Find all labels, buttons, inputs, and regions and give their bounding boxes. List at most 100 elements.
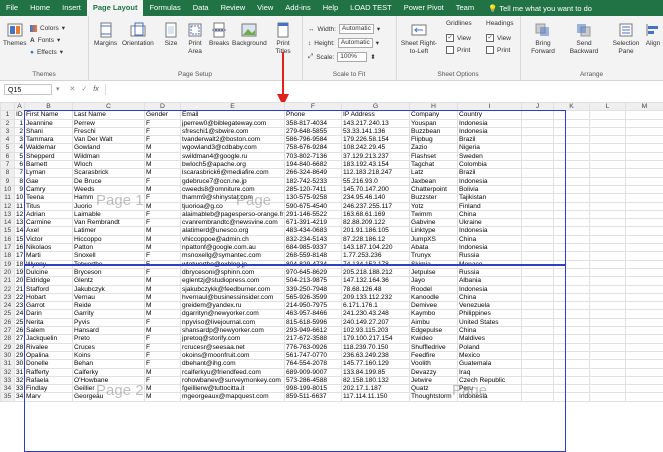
cell[interactable]: Edgepulse bbox=[410, 327, 458, 335]
cell[interactable]: F bbox=[145, 343, 181, 351]
cell[interactable]: mgeorgeaux@mapquest.com bbox=[181, 393, 285, 401]
cell[interactable] bbox=[522, 152, 554, 160]
cell[interactable] bbox=[554, 252, 590, 260]
cell[interactable]: npyviso@livejournal.com bbox=[181, 318, 285, 326]
column-header-g[interactable]: G bbox=[342, 103, 410, 111]
cell[interactable] bbox=[522, 268, 554, 276]
cell[interactable] bbox=[554, 227, 590, 235]
cell[interactable]: Koins bbox=[73, 351, 145, 359]
cell[interactable]: 358-817-4034 bbox=[285, 119, 342, 127]
cell[interactable]: Indonesia bbox=[458, 285, 522, 293]
cell[interactable]: Dulcine bbox=[25, 268, 73, 276]
themes-button[interactable]: Themes bbox=[3, 22, 26, 48]
print-titles-button[interactable]: Print Titles bbox=[272, 22, 294, 56]
cell[interactable]: vhiccoppoe@admin.ch bbox=[181, 235, 285, 243]
cell[interactable]: Czech Republic bbox=[458, 376, 522, 384]
cell[interactable]: Iraq bbox=[458, 368, 522, 376]
cell[interactable]: 14 bbox=[15, 227, 25, 235]
cell[interactable] bbox=[554, 202, 590, 210]
cell[interactable] bbox=[522, 318, 554, 326]
cell[interactable]: Indonesia bbox=[458, 119, 522, 127]
cell[interactable] bbox=[626, 368, 663, 376]
cell[interactable] bbox=[522, 327, 554, 335]
cell[interactable]: Freschi bbox=[73, 127, 145, 135]
margins-button[interactable]: Margins bbox=[94, 22, 117, 48]
cell[interactable]: Email bbox=[181, 111, 285, 119]
row-header[interactable]: 13 bbox=[1, 210, 15, 218]
cell[interactable] bbox=[554, 185, 590, 193]
cell[interactable] bbox=[590, 260, 626, 268]
cell[interactable]: npattonf@google.com.au bbox=[181, 244, 285, 252]
tab-file[interactable]: File bbox=[0, 0, 24, 16]
cell[interactable] bbox=[626, 351, 663, 359]
cell[interactable]: Peru bbox=[458, 385, 522, 393]
column-header-j[interactable]: J bbox=[522, 103, 554, 111]
cell[interactable]: Country bbox=[458, 111, 522, 119]
cell[interactable] bbox=[590, 376, 626, 384]
cell[interactable] bbox=[522, 252, 554, 260]
cell[interactable]: Maldives bbox=[458, 335, 522, 343]
tab-page-layout[interactable]: Page Layout bbox=[87, 0, 144, 16]
cell[interactable]: Indonesia bbox=[458, 227, 522, 235]
cell[interactable]: Camry bbox=[25, 185, 73, 193]
scale-spinner[interactable]: 100% bbox=[337, 52, 367, 62]
cell[interactable]: M bbox=[145, 293, 181, 301]
cell[interactable]: F bbox=[145, 136, 181, 144]
cell[interactable]: greidem@yandex.ru bbox=[181, 302, 285, 310]
row-header[interactable]: 32 bbox=[1, 368, 15, 376]
cell[interactable] bbox=[590, 285, 626, 293]
row-header[interactable]: 28 bbox=[1, 335, 15, 343]
row-header[interactable]: 1 bbox=[1, 111, 15, 119]
cell[interactable] bbox=[590, 327, 626, 335]
cell[interactable] bbox=[590, 185, 626, 193]
cell[interactable]: Jetpulse bbox=[410, 268, 458, 276]
cell[interactable]: Findlay bbox=[25, 385, 73, 393]
cell[interactable]: Shuffledrive bbox=[410, 343, 458, 351]
cell[interactable]: tvanderwalt2@boston.com bbox=[181, 136, 285, 144]
cell[interactable]: Twimm bbox=[410, 210, 458, 218]
row-header[interactable]: 16 bbox=[1, 235, 15, 243]
cell[interactable]: 703-802-7136 bbox=[285, 152, 342, 160]
cell[interactable] bbox=[522, 376, 554, 384]
cell[interactable]: O'Howbane bbox=[73, 376, 145, 384]
cell[interactable]: M bbox=[145, 235, 181, 243]
cell[interactable] bbox=[626, 360, 663, 368]
column-header-i[interactable]: I bbox=[458, 103, 522, 111]
cell[interactable]: 3 bbox=[15, 136, 25, 144]
cell[interactable]: Philippines bbox=[458, 310, 522, 318]
cell[interactable] bbox=[590, 268, 626, 276]
cell[interactable] bbox=[522, 260, 554, 268]
cell[interactable]: 561-747-0770 bbox=[285, 351, 342, 359]
formula-input[interactable] bbox=[105, 84, 663, 95]
cell[interactable] bbox=[626, 185, 663, 193]
cell[interactable]: Jayo bbox=[410, 277, 458, 285]
cell[interactable]: 53.33.141.136 bbox=[342, 127, 410, 135]
cell[interactable] bbox=[554, 376, 590, 384]
cell[interactable]: Hiccoppo bbox=[73, 235, 145, 243]
cell[interactable] bbox=[554, 161, 590, 169]
row-header[interactable]: 24 bbox=[1, 302, 15, 310]
cell[interactable]: Salem bbox=[25, 327, 73, 335]
cell[interactable]: Tagchat bbox=[410, 161, 458, 169]
cell[interactable] bbox=[554, 169, 590, 177]
cell[interactable]: 143.187.104.220 bbox=[342, 244, 410, 252]
cell[interactable] bbox=[626, 376, 663, 384]
cell[interactable] bbox=[522, 227, 554, 235]
cell[interactable]: hvernaul@businessinsider.com bbox=[181, 293, 285, 301]
cell[interactable] bbox=[626, 260, 663, 268]
cancel-icon[interactable]: ✕ bbox=[70, 85, 76, 93]
row-header[interactable]: 31 bbox=[1, 360, 15, 368]
cell[interactable]: 6 bbox=[15, 161, 25, 169]
cell[interactable] bbox=[590, 227, 626, 235]
cell[interactable] bbox=[554, 385, 590, 393]
cell[interactable]: 26 bbox=[15, 327, 25, 335]
cell[interactable]: Adrian bbox=[25, 210, 73, 218]
cell[interactable] bbox=[554, 310, 590, 318]
cell[interactable]: Hamm bbox=[73, 194, 145, 202]
cell[interactable]: 565-926-3599 bbox=[285, 293, 342, 301]
cell[interactable]: 970-645-8629 bbox=[285, 268, 342, 276]
cell[interactable]: 108.242.29.45 bbox=[342, 144, 410, 152]
cell[interactable] bbox=[626, 144, 663, 152]
cell[interactable]: 1.77.253.236 bbox=[342, 252, 410, 260]
cell[interactable]: 209.133.112.232 bbox=[342, 293, 410, 301]
